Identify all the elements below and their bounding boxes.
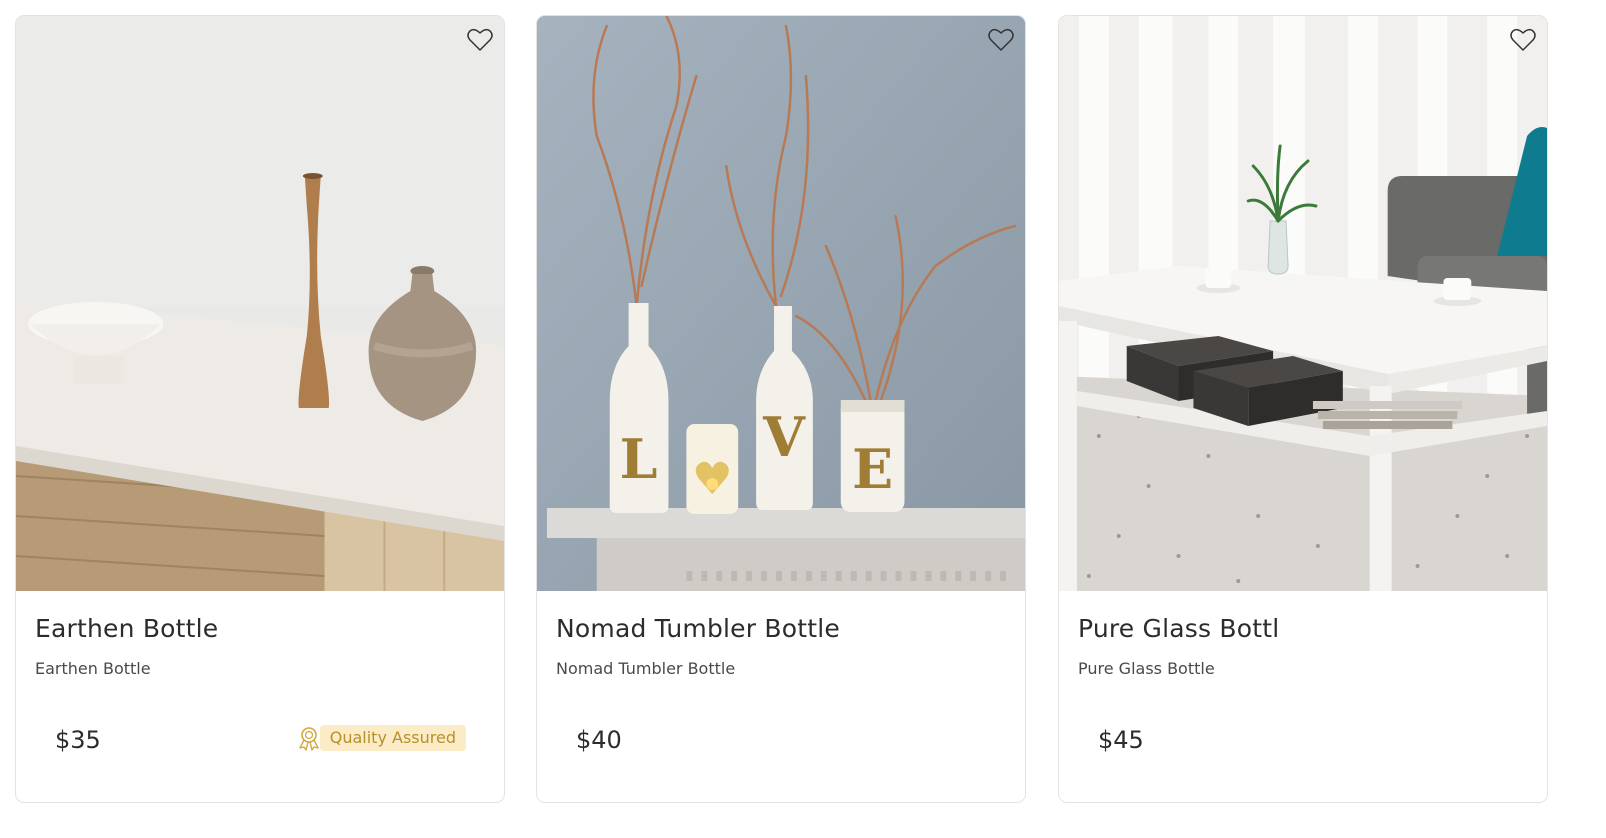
badge-label: Quality Assured: [319, 725, 466, 751]
product-subtitle: Earthen Bottle: [35, 659, 151, 678]
product-title[interactable]: Nomad Tumbler Bottle: [556, 614, 840, 643]
product-title[interactable]: Pure Glass Bottl: [1078, 614, 1279, 643]
product-subtitle: Nomad Tumbler Bottle: [556, 659, 736, 678]
quality-badge: Quality Assured: [296, 725, 466, 751]
love-bottles-image: L V E: [537, 16, 1025, 591]
heart-outline-icon: [988, 28, 1014, 51]
product-price: $35: [55, 726, 101, 754]
award-ribbon-icon: [299, 727, 319, 751]
product-card[interactable]: L V E Nomad Tumbler Bottle Nomad Tumbler…: [536, 15, 1026, 803]
favorite-button[interactable]: [1508, 25, 1538, 55]
product-price: $40: [576, 726, 622, 754]
heart-outline-icon: [1510, 28, 1536, 51]
earthen-vessels-photo[interactable]: [16, 16, 504, 591]
earthen-vessels-image: [16, 16, 504, 591]
product-title[interactable]: Earthen Bottle: [35, 614, 218, 643]
product-subtitle: Pure Glass Bottle: [1078, 659, 1215, 678]
product-card[interactable]: Pure Glass Bottl Pure Glass Bottle $45: [1058, 15, 1548, 803]
heart-outline-icon: [467, 28, 493, 51]
coffee-table-image: [1059, 16, 1547, 591]
svg-text:V: V: [762, 405, 806, 469]
svg-text:E: E: [852, 437, 893, 501]
coffee-table-photo[interactable]: [1059, 16, 1547, 591]
product-card[interactable]: Earthen Bottle Earthen Bottle $35 Qualit…: [15, 15, 505, 803]
love-bottles-photo[interactable]: L V E: [537, 16, 1025, 591]
svg-text:L: L: [620, 427, 658, 491]
product-price: $45: [1098, 726, 1144, 754]
favorite-button[interactable]: [986, 25, 1016, 55]
favorite-button[interactable]: [465, 25, 495, 55]
